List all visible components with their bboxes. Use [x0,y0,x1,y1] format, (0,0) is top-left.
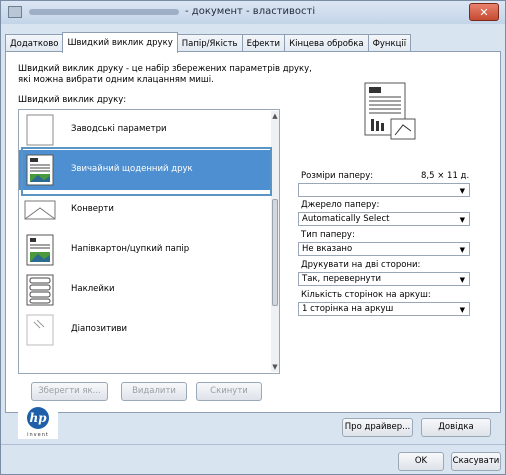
shortcut-label: Наклейки [71,284,115,294]
page-preview-icon [364,82,416,140]
printer-icon [8,6,22,18]
shortcut-label: Діапозитиви [71,324,128,334]
shortcut-item-cardstock[interactable]: Напівкартон/цупкий папір [19,230,271,270]
pages-per-sheet-label: Кількість сторінок на аркуш: [301,290,431,300]
dropdown-arrow-icon: ▼ [459,276,465,284]
shortcut-item-envelopes[interactable]: Конверти [19,190,271,230]
cancel-button[interactable]: Скасувати [451,452,501,471]
dropdown-arrow-icon: ▼ [459,187,465,195]
transparency-icon [26,314,54,346]
shortcut-item-factory-defaults[interactable]: Заводські параметри [19,110,271,150]
scroll-down-arrow-icon[interactable]: ▼ [271,362,279,372]
logo-tagline: invent [27,432,49,438]
pages-per-sheet-value: 1 сторінка на аркуш [302,304,394,314]
shortcut-item-labels[interactable]: Наклейки [19,270,271,310]
list-scrollbar[interactable]: ▲ ▼ [271,111,279,372]
title-document-name [29,9,179,15]
ok-button[interactable]: OK [398,452,444,471]
reset-button[interactable]: Скинути [196,382,262,401]
scroll-up-arrow-icon[interactable]: ▲ [271,111,279,121]
duplex-label: Друкувати на дві сторони: [301,260,421,270]
dropdown-arrow-icon: ▼ [459,216,465,224]
description-text: Швидкий виклик друку - це набір збережен… [18,64,312,85]
about-driver-button[interactable]: Про драйвер... [342,418,413,437]
shortcut-label: Конверти [71,204,114,214]
paper-size-select[interactable]: ▼ [298,183,470,197]
paper-source-value: Automatically Select [302,214,390,224]
title-bar: - документ - властивості ✕ [1,1,505,24]
paper-size-dimension: 8,5 × 11 д. [421,171,470,181]
labels-icon [26,274,54,306]
paper-type-label: Тип паперу: [301,230,355,240]
paper-type-select[interactable]: Не вказано ▼ [298,242,470,256]
pages-per-sheet-select[interactable]: 1 сторінка на аркуш ▼ [298,302,470,316]
dropdown-arrow-icon: ▼ [459,306,465,314]
help-button[interactable]: Довідка [421,418,491,437]
paper-source-select[interactable]: Automatically Select ▼ [298,212,470,226]
save-as-button[interactable]: Зберегти як... [31,382,108,401]
paper-size-label: Розміри паперу: [301,171,374,181]
envelope-icon [24,200,56,220]
delete-button[interactable]: Видалити [121,382,187,401]
close-button[interactable]: ✕ [469,3,499,21]
scroll-thumb[interactable] [272,199,278,306]
shortcut-label: Напівкартон/цупкий папір [71,244,190,254]
dropdown-arrow-icon: ▼ [459,246,465,254]
shortcut-item-everyday[interactable]: Звичайний щоденний друк [19,150,271,190]
everyday-print-icon [26,154,54,186]
duplex-value: Так, перевернути [302,274,382,284]
tab-strip: Додатково Швидкий виклик друку Папір/Якіст… [5,32,412,53]
cardstock-icon [26,234,54,266]
shortcut-list-label: Швидкий виклик друку: [18,95,127,105]
shortcut-list[interactable]: Заводські параметри Звичайний щоденний д… [18,109,280,374]
shortcut-label: Звичайний щоденний друк [71,164,193,174]
duplex-select[interactable]: Так, перевернути ▼ [298,272,470,286]
tab-printing-shortcuts[interactable]: Швидкий виклик друку [62,32,178,53]
shortcut-item-transparencies[interactable]: Діапозитиви [19,310,271,350]
shortcut-label: Заводські параметри [71,124,167,134]
properties-window: - документ - властивості ✕ Додатково Швид… [0,0,506,475]
hp-logo: hp invent [18,405,58,439]
blank-page-icon [26,114,54,146]
paper-type-value: Не вказано [302,244,353,254]
window-title: - документ - властивості [185,6,316,17]
logo-brand: hp [29,411,47,425]
footer-divider [1,444,505,445]
paper-source-label: Джерело паперу: [301,200,380,210]
